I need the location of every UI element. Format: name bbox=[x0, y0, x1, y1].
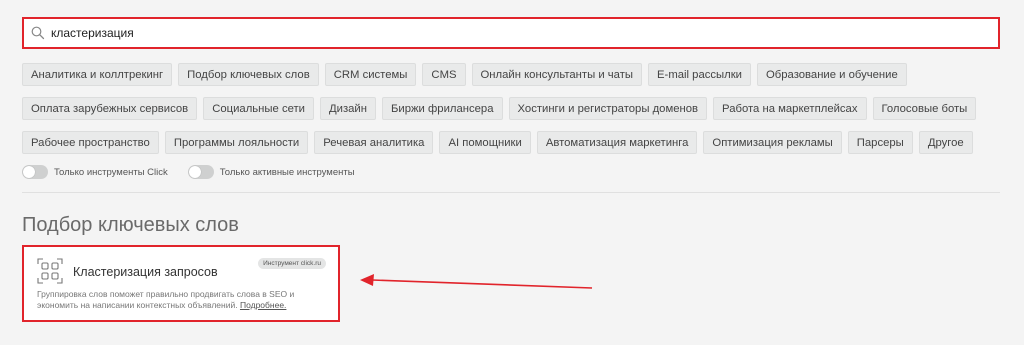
tag-other[interactable]: Другое bbox=[918, 131, 973, 154]
divider bbox=[22, 192, 1000, 193]
search-input[interactable] bbox=[51, 26, 951, 40]
click-tool-badge: Инструмент click.ru bbox=[258, 258, 326, 269]
tag-row-3: Рабочее пространство Программы лояльност… bbox=[22, 131, 1012, 154]
tag-loyalty[interactable]: Программы лояльности bbox=[164, 131, 309, 154]
tag-education[interactable]: Образование и обучение bbox=[757, 63, 907, 86]
tag-parsers[interactable]: Парсеры bbox=[847, 131, 913, 154]
filter-toggles: Только инструменты Click Только активные… bbox=[22, 165, 375, 179]
section-title: Подбор ключевых слов bbox=[22, 214, 239, 236]
tag-freelance[interactable]: Биржи фрилансера bbox=[381, 97, 503, 120]
only-click-toggle[interactable] bbox=[22, 165, 48, 179]
only-active-label: Только активные инструменты bbox=[219, 166, 355, 178]
tag-foreign-payments[interactable]: Оплата зарубежных сервисов bbox=[22, 97, 198, 120]
tag-workspace[interactable]: Рабочее пространство bbox=[22, 131, 159, 154]
card-title[interactable]: Кластеризация запросов bbox=[73, 265, 218, 279]
only-click-label: Только инструменты Click bbox=[54, 166, 168, 178]
tag-keywords[interactable]: Подбор ключевых слов bbox=[178, 63, 319, 86]
tag-ai[interactable]: AI помощники bbox=[439, 131, 531, 154]
only-active-filter[interactable]: Только активные инструменты bbox=[187, 165, 355, 179]
tag-social[interactable]: Социальные сети bbox=[203, 97, 314, 120]
only-click-filter[interactable]: Только инструменты Click bbox=[22, 165, 168, 179]
search-icon bbox=[31, 26, 45, 40]
tools-catalog-page: Аналитика и коллтрекинг Подбор ключевых … bbox=[0, 0, 1024, 345]
tool-card[interactable]: Кластеризация запросов Инструмент click.… bbox=[22, 245, 340, 322]
search-box[interactable] bbox=[22, 17, 1000, 49]
tag-ad-optimization[interactable]: Оптимизация рекламы bbox=[703, 131, 842, 154]
tag-row-1: Аналитика и коллтрекинг Подбор ключевых … bbox=[22, 63, 1012, 86]
tag-voice-bots[interactable]: Голосовые боты bbox=[872, 97, 977, 120]
tag-analytics[interactable]: Аналитика и коллтрекинг bbox=[22, 63, 173, 86]
tag-hosting[interactable]: Хостинги и регистраторы доменов bbox=[508, 97, 708, 120]
category-tags: Аналитика и коллтрекинг Подбор ключевых … bbox=[22, 63, 1012, 165]
tag-row-2: Оплата зарубежных сервисов Социальные се… bbox=[22, 97, 1012, 120]
tag-crm[interactable]: CRM системы bbox=[324, 63, 417, 86]
only-active-toggle[interactable] bbox=[187, 165, 214, 179]
tag-speech-analytics[interactable]: Речевая аналитика bbox=[314, 131, 434, 154]
more-link[interactable]: Подробнее. bbox=[240, 300, 286, 310]
card-description: Группировка слов поможет правильно продв… bbox=[37, 289, 332, 311]
cluster-icon bbox=[37, 258, 63, 284]
tag-design[interactable]: Дизайн bbox=[320, 97, 376, 120]
tag-email[interactable]: E-mail рассылки bbox=[648, 63, 751, 86]
tag-marketplaces[interactable]: Работа на маркетплейсах bbox=[713, 97, 867, 120]
annotation-arrow-icon bbox=[360, 274, 593, 289]
tag-online-chat[interactable]: Онлайн консультанты и чаты bbox=[471, 63, 643, 86]
tag-marketing-automation[interactable]: Автоматизация маркетинга bbox=[536, 131, 698, 154]
tag-cms[interactable]: CMS bbox=[422, 63, 466, 86]
